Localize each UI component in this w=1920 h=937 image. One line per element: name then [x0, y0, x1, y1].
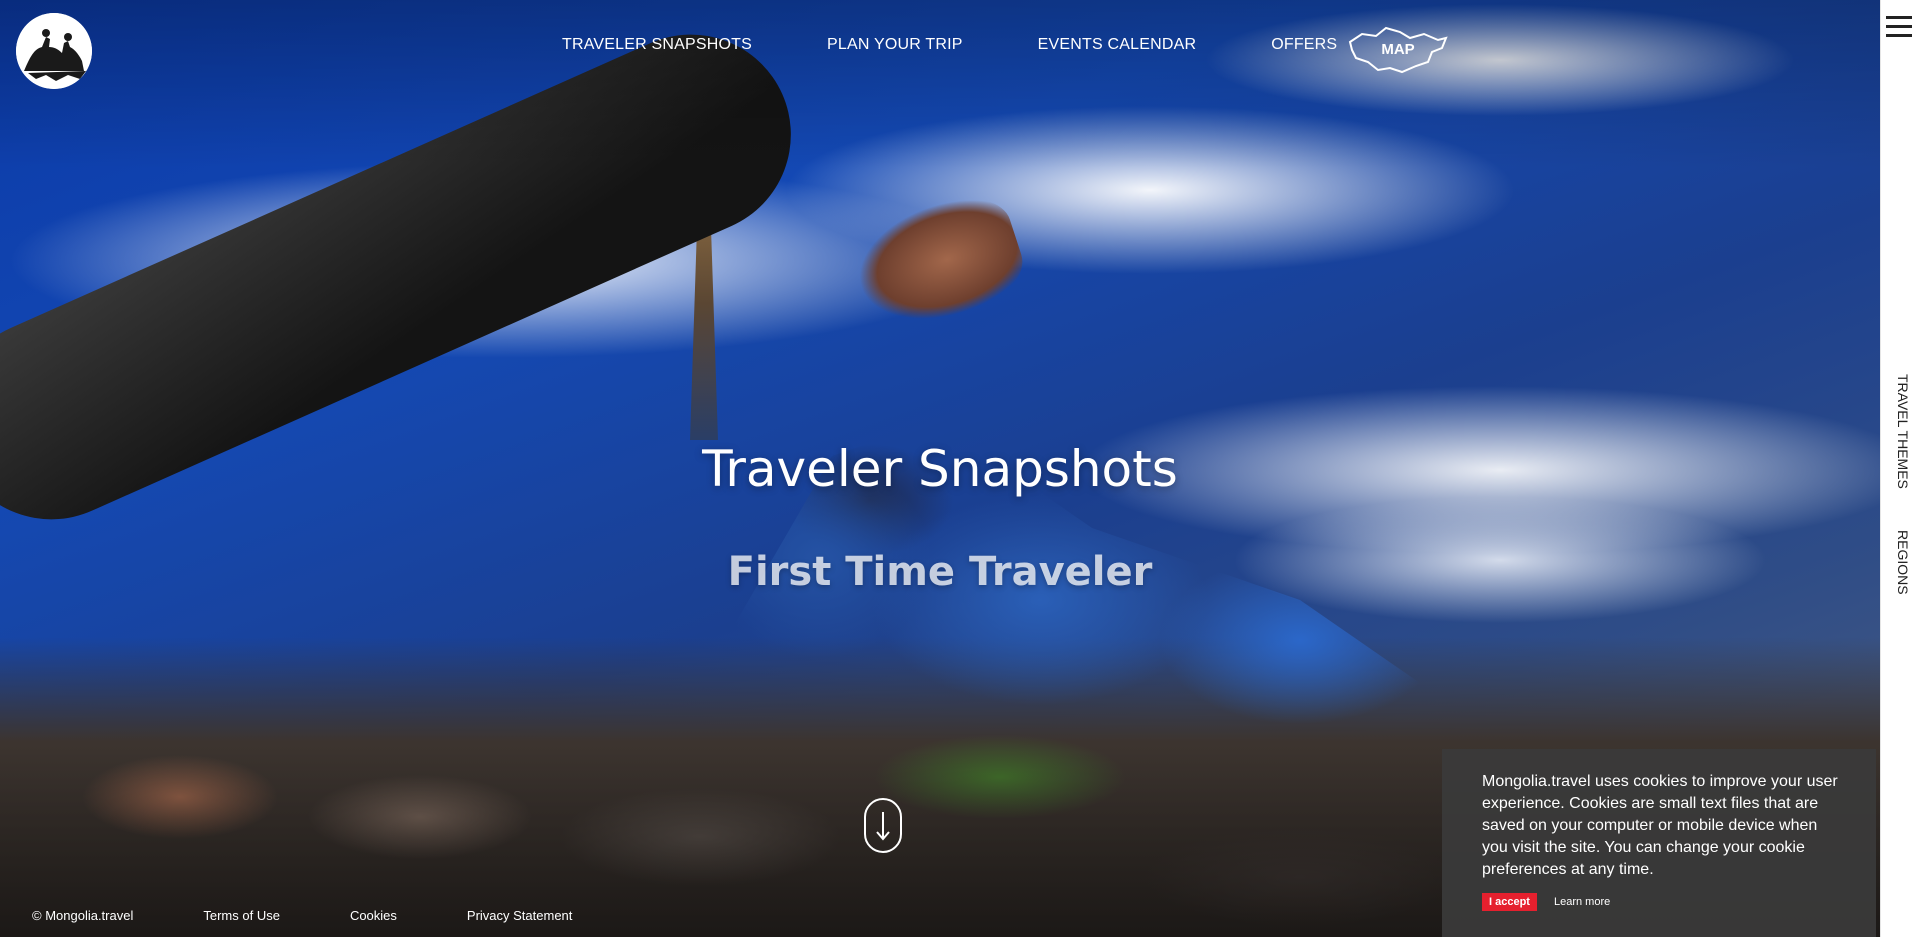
- nav-plan-your-trip[interactable]: PLAN YOUR TRIP: [827, 36, 963, 54]
- hamburger-icon[interactable]: [1886, 16, 1912, 38]
- map-label: MAP: [1381, 41, 1415, 58]
- nav-events-calendar[interactable]: EVENTS CALENDAR: [1038, 36, 1197, 54]
- map-button[interactable]: MAP: [1346, 24, 1450, 76]
- cookie-actions: I accept Learn more: [1482, 893, 1838, 911]
- page-subtitle: First Time Traveler: [727, 549, 1153, 595]
- learn-more-link[interactable]: Learn more: [1554, 896, 1610, 908]
- cookie-text: Mongolia.travel uses cookies to improve …: [1482, 773, 1838, 878]
- horse-riders-logo-icon: [16, 13, 92, 89]
- page-title: Traveler Snapshots: [702, 440, 1178, 498]
- rail-link-travel-themes[interactable]: TRAVEL THEMES: [1895, 374, 1911, 489]
- nav-offers[interactable]: OFFERS: [1271, 36, 1337, 54]
- footer-link-terms[interactable]: Terms of Use: [203, 908, 280, 923]
- site-logo[interactable]: [16, 13, 92, 89]
- footer-link-cookies[interactable]: Cookies: [350, 908, 397, 923]
- nav-traveler-snapshots[interactable]: TRAVELER SNAPSHOTS: [562, 36, 752, 54]
- footer-link-privacy[interactable]: Privacy Statement: [467, 908, 573, 923]
- rail-link-regions[interactable]: REGIONS: [1895, 530, 1911, 595]
- scroll-down-button[interactable]: [864, 798, 902, 853]
- right-rail: TRAVEL THEMES REGIONS: [1880, 0, 1920, 937]
- arrow-down-icon: [876, 812, 890, 841]
- footer: © Mongolia.travel Terms of Use Cookies P…: [32, 908, 642, 923]
- accept-cookies-button[interactable]: I accept: [1482, 893, 1537, 911]
- copyright: © Mongolia.travel: [32, 908, 134, 923]
- main-nav: TRAVELER SNAPSHOTS PLAN YOUR TRIP EVENTS…: [562, 36, 1412, 54]
- cookie-banner: Mongolia.travel uses cookies to improve …: [1442, 749, 1876, 937]
